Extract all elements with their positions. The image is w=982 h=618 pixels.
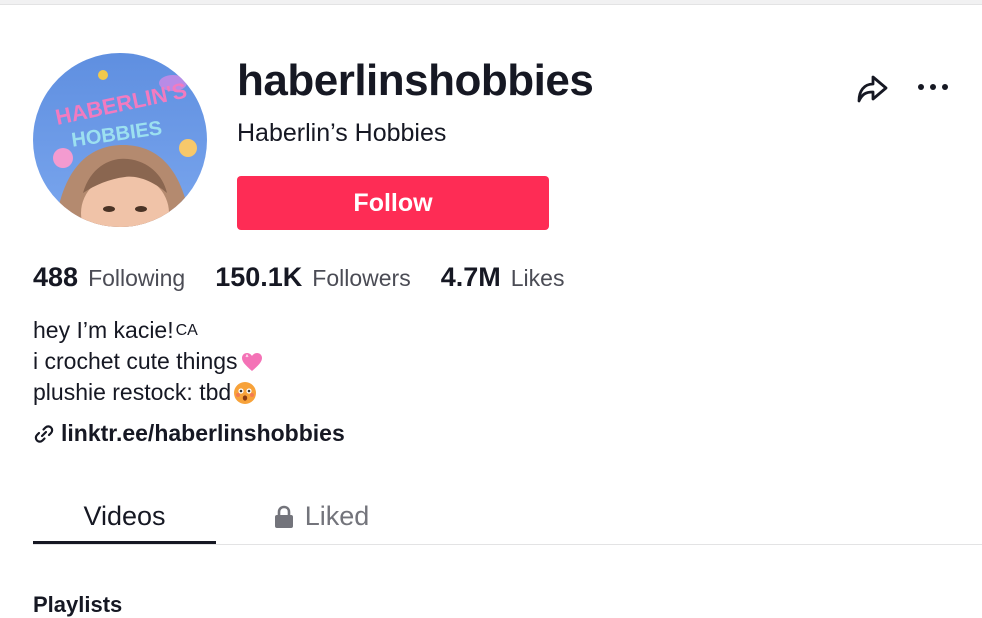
share-button[interactable]	[852, 70, 892, 106]
bio-line-3: plushie restock: tbd	[33, 377, 264, 408]
bio-suffix-ca: CA	[175, 322, 198, 339]
followers-label: Followers	[312, 265, 411, 291]
link-icon	[34, 424, 54, 443]
bio: hey I’m kacie! CA i crochet cute things p…	[33, 315, 264, 408]
flushed-face-icon	[234, 381, 257, 404]
stat-following[interactable]: 488 Following	[33, 262, 185, 293]
ellipsis-icon	[918, 84, 948, 90]
likes-count: 4.7M	[440, 262, 501, 292]
more-options-button[interactable]	[912, 70, 956, 106]
likes-label: Likes	[510, 265, 565, 291]
bio-text-3: plushie restock: tbd	[33, 379, 232, 405]
profile-tabs: Videos Liked	[33, 489, 982, 545]
username: haberlinshobbies	[237, 56, 594, 105]
lock-icon	[274, 505, 293, 528]
profile-stats: 488 Following 150.1K Followers 4.7M Like…	[33, 262, 594, 293]
top-divider	[0, 0, 982, 5]
share-arrow-icon	[857, 75, 888, 103]
bio-link[interactable]: linktr.ee/haberlinshobbies	[33, 420, 345, 447]
avatar[interactable]: HABERLIN'S HOBBIES	[33, 53, 207, 227]
stat-likes: 4.7M Likes	[441, 262, 565, 293]
bio-text-2: i crochet cute things	[33, 348, 238, 374]
bio-line-2: i crochet cute things	[33, 346, 264, 377]
display-name: Haberlin’s Hobbies	[237, 119, 447, 147]
follow-button[interactable]: Follow	[237, 176, 549, 230]
pink-heart-icon	[241, 352, 262, 371]
playlists-heading: Playlists	[33, 592, 123, 617]
bio-line-1: hey I’m kacie! CA	[33, 315, 264, 346]
avatar-image: HABERLIN'S HOBBIES	[33, 53, 207, 227]
active-tab-indicator	[33, 541, 216, 544]
tab-liked[interactable]: Liked	[261, 489, 381, 544]
following-count: 488	[33, 262, 79, 292]
followers-count: 150.1K	[215, 262, 303, 292]
tab-liked-label: Liked	[304, 501, 370, 531]
following-label: Following	[88, 265, 186, 291]
stat-followers[interactable]: 150.1K Followers	[215, 262, 411, 293]
tab-videos-label: Videos	[83, 501, 166, 531]
bio-link-text: linktr.ee/haberlinshobbies	[61, 420, 345, 446]
tab-videos[interactable]: Videos	[33, 489, 216, 544]
bio-text-1: hey I’m kacie!	[33, 317, 174, 343]
